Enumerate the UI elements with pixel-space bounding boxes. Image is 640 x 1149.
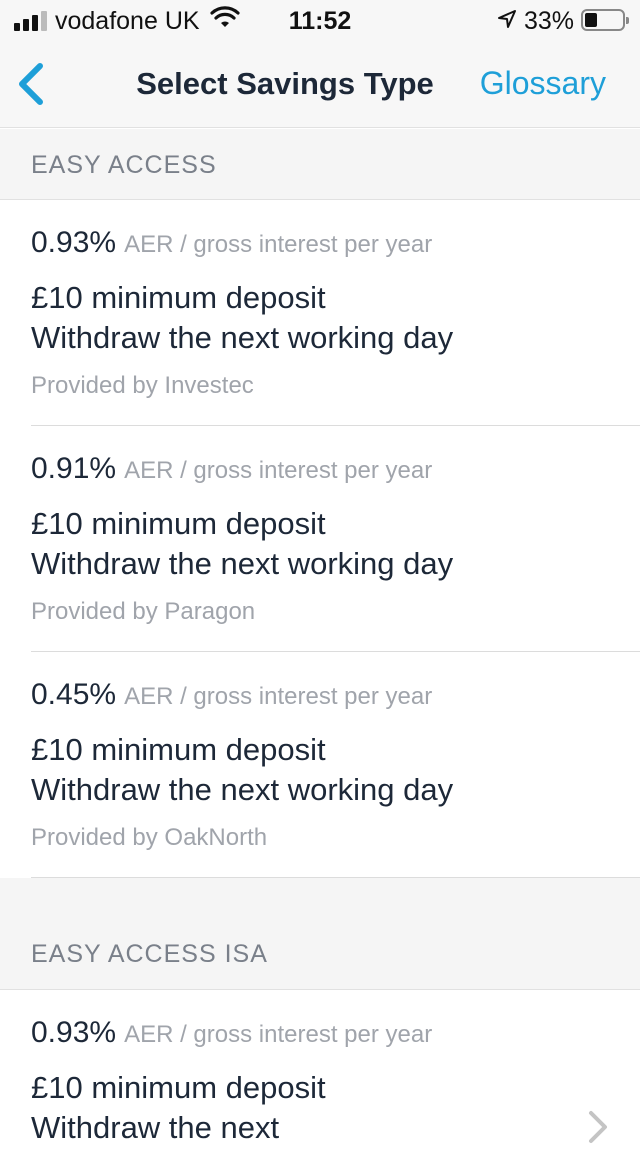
savings-product-card[interactable]: 0.45% AER / gross interest per year £10 m… (0, 652, 640, 878)
rate-description: AER / gross interest per year (124, 683, 433, 710)
interest-rate: 0.93% (31, 1016, 117, 1049)
interest-rate: 0.93% (31, 226, 117, 259)
withdrawal-terms: Withdraw the next (31, 1110, 280, 1145)
battery-percentage: 33% (524, 7, 575, 35)
withdrawal-terms: Withdraw the next working day (31, 546, 454, 581)
section-label: EASY ACCESS ISA (31, 940, 268, 968)
chevron-right-icon (588, 1110, 608, 1144)
savings-product-card[interactable]: 0.93% AER / gross interest per year £10 m… (0, 990, 640, 1145)
withdrawal-terms: Withdraw the next working day (31, 772, 454, 807)
withdrawal-terms: Withdraw the next working day (31, 320, 454, 355)
savings-product-card[interactable]: 0.93% AER / gross interest per year £10 m… (0, 200, 640, 426)
section-label: EASY ACCESS (31, 151, 217, 179)
minimum-deposit: £10 minimum deposit (31, 280, 326, 315)
battery-icon (581, 9, 629, 31)
location-arrow-icon (496, 8, 518, 37)
minimum-deposit: £10 minimum deposit (31, 1070, 326, 1105)
rate-description: AER / gross interest per year (124, 1021, 433, 1048)
interest-rate: 0.45% (31, 678, 117, 711)
provider-name: Provided by OakNorth (31, 824, 268, 851)
status-bar: vodafone UK 11:52 33% (0, 0, 640, 40)
minimum-deposit: £10 minimum deposit (31, 506, 326, 541)
rate-description: AER / gross interest per year (124, 231, 433, 258)
provider-name: Provided by Paragon (31, 598, 256, 625)
savings-product-card[interactable]: 0.91% AER / gross interest per year £10 m… (0, 426, 640, 652)
glossary-button[interactable]: Glossary (480, 65, 606, 102)
provider-name: Provided by Investec (31, 372, 254, 399)
minimum-deposit: £10 minimum deposit (31, 732, 326, 767)
section-header-easy-access-isa: EASY ACCESS ISA (0, 878, 640, 990)
rate-description: AER / gross interest per year (124, 457, 433, 484)
navigation-bar: Select Savings Type Glossary (0, 40, 640, 128)
section-header-easy-access: EASY ACCESS (0, 129, 640, 200)
interest-rate: 0.91% (31, 452, 117, 485)
